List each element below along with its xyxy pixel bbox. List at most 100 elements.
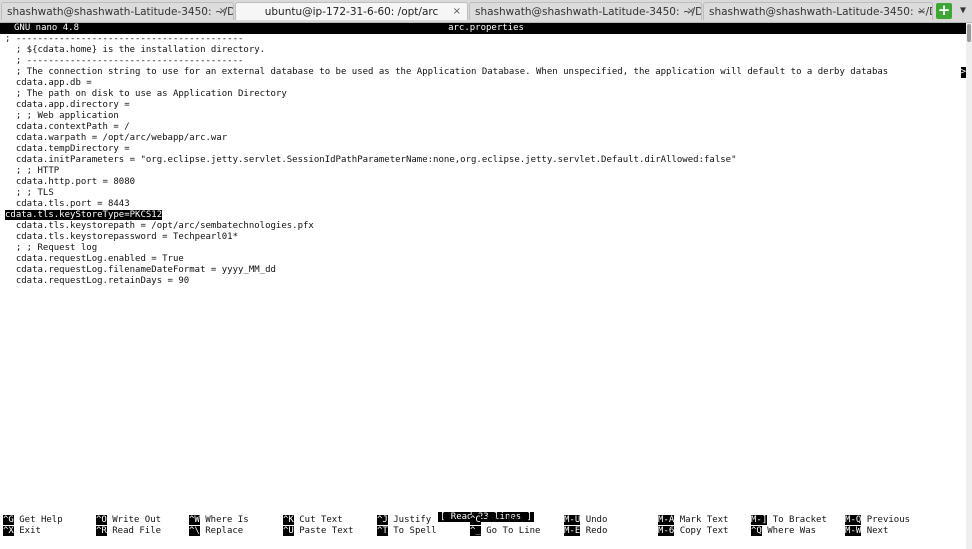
shortcut-cut-text[interactable]: ^K Cut Text [283,515,343,526]
tab-title: shashwath@shashwath-Latitude-3450: ~/Dow… [7,6,233,18]
shortcut-mark-text[interactable]: M-A Mark Text [658,515,728,526]
status-bar: [ Read 23 lines ] [0,504,972,522]
tab-3[interactable]: shashwath@shashwath-Latitude-3450: ~/Dow… [469,2,702,20]
scrollbar-thumb[interactable] [967,24,971,42]
close-icon[interactable]: × [687,3,695,20]
shortcut-key: ^W [189,515,200,525]
close-icon[interactable]: × [453,3,461,20]
tab-menu-icon[interactable]: ▼ [956,3,970,19]
shortcut-key: ^J [377,515,388,525]
shortcut-label: Copy Text [679,526,729,536]
shortcut-undo[interactable]: M-U Undo [564,515,607,526]
tab-title: shashwath@shashwath-Latitude-3450: ~/Doc… [709,6,932,18]
editor-text-area[interactable]: ; --------------------------------------… [5,34,965,287]
editor-line[interactable]: ; The connection string to use for an ex… [5,67,965,78]
editor-line[interactable]: cdata.requestLog.retainDays = 90 [5,276,965,287]
tab-1[interactable]: shashwath@shashwath-Latitude-3450: ~/Dow… [1,2,234,20]
shortcut-write-out[interactable]: ^O Write Out [96,515,161,526]
editor-line[interactable]: ; ; Request log [5,243,965,254]
new-tab-icon[interactable]: + [936,3,952,19]
editor-line[interactable]: cdata.initParameters = "org.eclipse.jett… [5,155,965,166]
shortcut-key: ^K [283,515,294,525]
shortcut-key: M-W [845,526,862,536]
shortcut-key: ^O [96,515,107,525]
shortcut-key: M-U [564,515,581,525]
editor-line[interactable]: ; ; Web application [5,111,965,122]
shortcut-label: Where Is [205,515,249,525]
editor-line[interactable]: cdata.tls.keystorepassword = Techpearl01… [5,232,965,243]
shortcut-key: ^T [377,526,388,536]
selected-line[interactable]: cdata.tls.keyStoreType=PKCS12 [5,210,965,221]
editor-line[interactable]: ; ${cdata.home} is the installation dire… [5,45,965,56]
editor-line[interactable]: cdata.requestLog.enabled = True [5,254,965,265]
shortcut-where-is[interactable]: ^W Where Is [189,515,249,526]
shortcut-get-help[interactable]: ^G Get Help [3,515,63,526]
shortcut-label: Previous [866,515,911,525]
editor-line[interactable]: cdata.app.db = [5,78,965,89]
editor-line[interactable]: ; ; HTTP [5,166,965,177]
close-icon[interactable]: × [219,3,227,20]
shortcut-label: Cut Text [299,515,343,525]
shortcut-label: Write Out [112,515,162,525]
shortcut-go-to-line[interactable]: ^_ Go To Line [470,526,540,537]
shortcut-replace[interactable]: ^\ Replace [189,526,243,537]
shortcut-where-was[interactable]: ^Q Where Was [751,526,816,537]
shortcut-next[interactable]: M-W Next [845,526,888,537]
editor-line[interactable]: cdata.tls.keystorepath = /opt/arc/sembat… [5,221,965,232]
shortcut-label: Cur Pos [486,515,525,525]
tab-title: shashwath@shashwath-Latitude-3450: ~/Dow… [475,6,701,18]
terminal-tab-bar: shashwath@shashwath-Latitude-3450: ~/Dow… [0,0,972,23]
shortcut-key: ^Q [751,526,762,536]
shortcut-label: Read File [112,526,162,536]
shortcut-redo[interactable]: M-E Redo [564,526,607,537]
scrollbar[interactable] [966,23,972,549]
terminal-window[interactable]: GNU nano 4.8 arc.properties ; ----------… [0,23,972,549]
shortcut-justify[interactable]: ^J Justify [377,515,431,526]
shortcut-key: ^\ [189,526,200,536]
shortcut-label: Go To Line [486,526,541,536]
shortcut-key: M-E [564,526,581,536]
shortcut-label: Exit [19,526,41,536]
shortcut-previous[interactable]: M-Q Previous [845,515,910,526]
shortcut-key: M-6 [658,526,675,536]
shortcut-label: Replace [205,526,244,536]
editor-line[interactable]: ; --------------------------------------… [5,56,965,67]
shortcut-paste-text[interactable]: ^U Paste Text [283,526,353,537]
shortcut-label: Where Was [767,526,817,536]
shortcut-key: M-] [751,515,768,525]
shortcut-key: ^U [283,526,294,536]
shortcut-label: Justify [393,515,432,525]
editor-line[interactable]: ; The path on disk to use as Application… [5,89,965,100]
tab-2[interactable]: ubuntu@ip-172-31-6-60: /opt/arc × [235,2,468,20]
shortcut-key: ^R [96,526,107,536]
shortcut-copy-text[interactable]: M-6 Copy Text [658,526,728,537]
editor-line[interactable]: cdata.contextPath = / [5,122,965,133]
shortcut-key: ^C [470,515,481,525]
tab-4[interactable]: shashwath@shashwath-Latitude-3450: ~/Doc… [703,2,933,20]
shortcut-key: M-Q [845,515,862,525]
shortcut-key: ^_ [470,526,481,536]
shortcut-key: ^X [3,526,14,536]
shortcut-read-file[interactable]: ^R Read File [96,526,161,537]
file-name: arc.properties [448,23,524,33]
shortcut-exit[interactable]: ^X Exit [3,526,41,537]
shortcut-cur-pos[interactable]: ^C Cur Pos [470,515,524,526]
close-icon[interactable]: × [918,3,926,20]
editor-line[interactable]: cdata.warpath = /opt/arc/webapp/arc.war [5,133,965,144]
editor-line[interactable]: ; --------------------------------------… [5,34,965,45]
editor-line[interactable]: cdata.tempDirectory = [5,144,965,155]
shortcut-label: Mark Text [679,515,729,525]
shortcut-label: Redo [585,526,608,536]
shortcut-label: Paste Text [299,526,354,536]
nano-title-bar: GNU nano 4.8 arc.properties [0,23,972,34]
shortcut-key: M-A [658,515,675,525]
shortcut-to-spell[interactable]: ^T To Spell [377,526,437,537]
shortcut-label: To Spell [393,526,437,536]
editor-line[interactable]: cdata.tls.port = 8443 [5,199,965,210]
editor-line[interactable]: cdata.requestLog.filenameDateFormat = yy… [5,265,965,276]
editor-line[interactable]: ; ; TLS [5,188,965,199]
editor-line[interactable]: cdata.http.port = 8080 [5,177,965,188]
editor-line[interactable]: cdata.app.directory = [5,100,965,111]
tab-title: ubuntu@ip-172-31-6-60: /opt/arc [264,6,439,18]
shortcut-to-bracket[interactable]: M-] To Bracket [751,515,827,526]
